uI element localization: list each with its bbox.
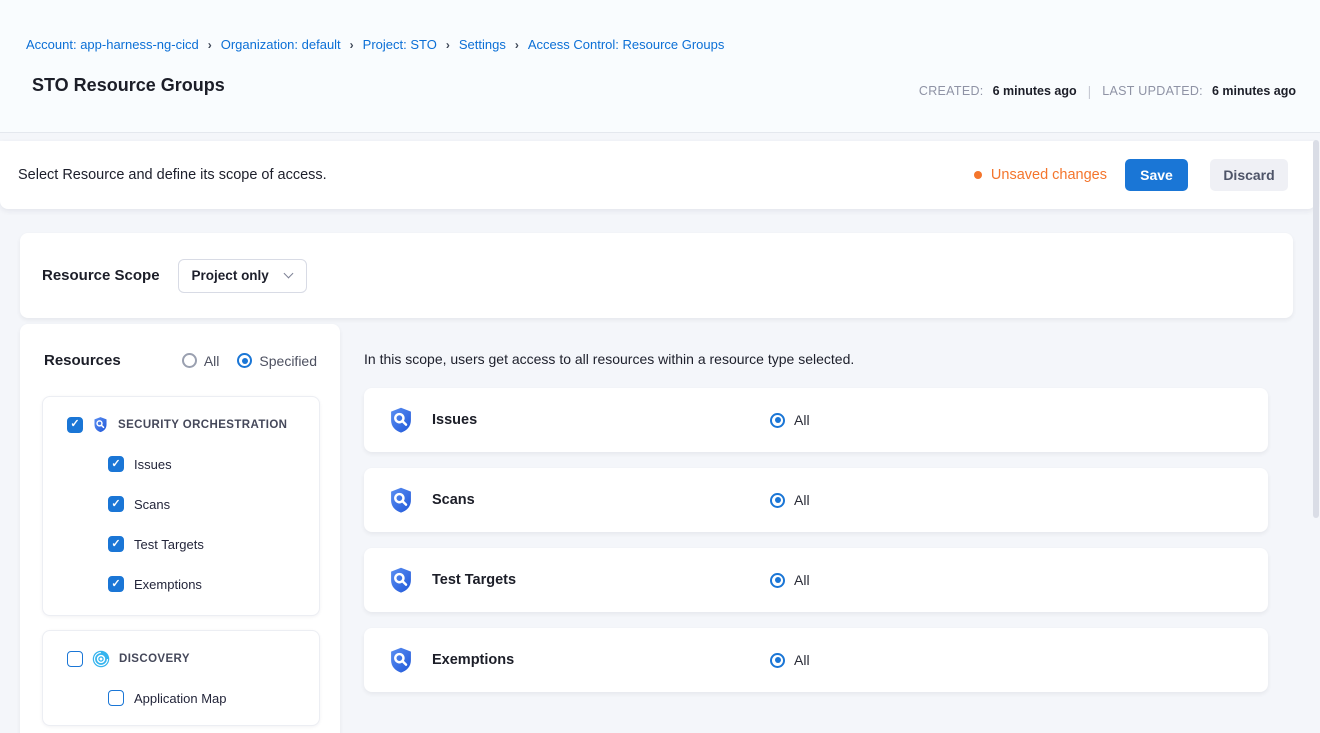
security-orchestration-group-card: SECURITY ORCHESTRATION Issues Scans Test… — [42, 396, 320, 616]
unsaved-changes-indicator: Unsaved changes — [974, 167, 1107, 183]
breadcrumb-access-control[interactable]: Access Control: Resource Groups — [528, 37, 725, 52]
radio-selected-icon[interactable] — [770, 493, 785, 508]
group-label: SECURITY ORCHESTRATION — [118, 419, 287, 431]
radio-specified-label: Specified — [259, 353, 317, 369]
breadcrumb-project[interactable]: Project: STO — [363, 37, 437, 52]
action-toolbar: Select Resource and define its scope of … — [0, 141, 1316, 209]
created-label: CREATED: — [919, 84, 984, 98]
resource-scope-label: Resource Scope — [42, 267, 160, 284]
breadcrumb-settings[interactable]: Settings — [459, 37, 506, 52]
breadcrumb: Account: app-harness-ng-cicd › Organizat… — [26, 37, 724, 52]
save-button[interactable]: Save — [1125, 159, 1188, 191]
radio-selected-icon[interactable] — [770, 573, 785, 588]
access-radio-all[interactable]: All — [770, 412, 810, 428]
access-radio-all[interactable]: All — [770, 492, 810, 508]
resource-row-label: Test Targets — [432, 572, 516, 588]
radio-selected-icon[interactable] — [770, 413, 785, 428]
chevron-right-icon: › — [208, 37, 212, 52]
access-radio-all[interactable]: All — [770, 652, 810, 668]
resource-scope-selected-value: Project only — [192, 268, 269, 283]
access-radio-label: All — [794, 492, 810, 508]
meta-divider: | — [1086, 83, 1094, 99]
last-updated-label: LAST UPDATED: — [1102, 84, 1203, 98]
tree-item-label: Test Targets — [134, 537, 204, 552]
access-radio-label: All — [794, 572, 810, 588]
sto-shield-icon — [387, 486, 415, 514]
resource-row-scans: Scans All — [364, 468, 1268, 532]
tree-item-label: Exemptions — [134, 577, 202, 592]
breadcrumb-account[interactable]: Account: app-harness-ng-cicd — [26, 37, 199, 52]
page-header: Account: app-harness-ng-cicd › Organizat… — [0, 0, 1320, 133]
tree-item-label: Scans — [134, 497, 170, 512]
resource-row-test-targets: Test Targets All — [364, 548, 1268, 612]
resources-panel: Resources All Specified SECURITY ORCHEST… — [20, 324, 340, 733]
vertical-scrollbar-thumb[interactable] — [1313, 140, 1319, 518]
page-title: STO Resource Groups — [32, 75, 225, 96]
radio-all-label: All — [204, 353, 220, 369]
sto-shield-icon — [387, 646, 415, 674]
chevron-down-icon — [283, 269, 293, 279]
radio-selected-icon[interactable] — [770, 653, 785, 668]
discard-button[interactable]: Discard — [1210, 159, 1288, 191]
access-radio-label: All — [794, 412, 810, 428]
last-updated-value: 6 minutes ago — [1212, 84, 1296, 98]
checkbox-security-orchestration[interactable] — [67, 417, 83, 433]
resource-row-label: Scans — [432, 492, 475, 508]
discovery-group-card: DISCOVERY Application Map — [42, 630, 320, 726]
resource-scope-select[interactable]: Project only — [178, 259, 307, 293]
scope-info-text: In this scope, users get access to all r… — [364, 351, 854, 367]
discovery-icon — [92, 650, 110, 668]
chevron-right-icon: › — [446, 37, 450, 52]
chevron-right-icon: › — [350, 37, 354, 52]
toolbar-description: Select Resource and define its scope of … — [18, 167, 327, 183]
unsaved-dot-icon — [974, 171, 982, 179]
group-label: DISCOVERY — [119, 653, 190, 665]
resources-mode-radio-group: All Specified — [182, 353, 317, 369]
checkbox-test-targets[interactable] — [108, 536, 124, 552]
access-radio-label: All — [794, 652, 810, 668]
tree-item-label: Issues — [134, 457, 172, 472]
tree-item-label: Application Map — [134, 691, 227, 706]
checkbox-scans[interactable] — [108, 496, 124, 512]
tree-item-test-targets[interactable]: Test Targets — [108, 536, 204, 552]
checkbox-discovery[interactable] — [67, 651, 83, 667]
checkbox-exemptions[interactable] — [108, 576, 124, 592]
resource-row-issues: Issues All — [364, 388, 1268, 452]
sto-shield-icon — [387, 406, 415, 434]
resource-scope-card: Resource Scope Project only — [20, 233, 1293, 318]
radio-all[interactable]: All — [182, 353, 220, 369]
resource-rows-list: Issues All Scans All Test Targets All Ex… — [364, 388, 1268, 708]
tree-item-scans[interactable]: Scans — [108, 496, 170, 512]
tree-item-exemptions[interactable]: Exemptions — [108, 576, 202, 592]
resource-row-label: Exemptions — [432, 652, 514, 668]
radio-specified-circle-icon[interactable] — [237, 353, 252, 368]
created-value: 6 minutes ago — [993, 84, 1077, 98]
radio-all-circle-icon[interactable] — [182, 353, 197, 368]
sto-shield-icon — [92, 416, 109, 433]
unsaved-changes-label: Unsaved changes — [991, 167, 1107, 183]
tree-item-issues[interactable]: Issues — [108, 456, 172, 472]
radio-specified[interactable]: Specified — [237, 353, 317, 369]
header-meta: CREATED: 6 minutes ago | LAST UPDATED: 6… — [919, 83, 1296, 99]
access-radio-all[interactable]: All — [770, 572, 810, 588]
breadcrumb-organization[interactable]: Organization: default — [221, 37, 341, 52]
sto-shield-icon — [387, 566, 415, 594]
checkbox-issues[interactable] — [108, 456, 124, 472]
checkbox-application-map[interactable] — [108, 690, 124, 706]
chevron-right-icon: › — [515, 37, 519, 52]
group-row-discovery[interactable]: DISCOVERY — [67, 650, 190, 668]
resource-row-exemptions: Exemptions All — [364, 628, 1268, 692]
resources-panel-title: Resources — [44, 352, 121, 369]
tree-item-application-map[interactable]: Application Map — [108, 690, 227, 706]
resource-row-label: Issues — [432, 412, 477, 428]
group-row-security-orchestration[interactable]: SECURITY ORCHESTRATION — [67, 416, 287, 433]
